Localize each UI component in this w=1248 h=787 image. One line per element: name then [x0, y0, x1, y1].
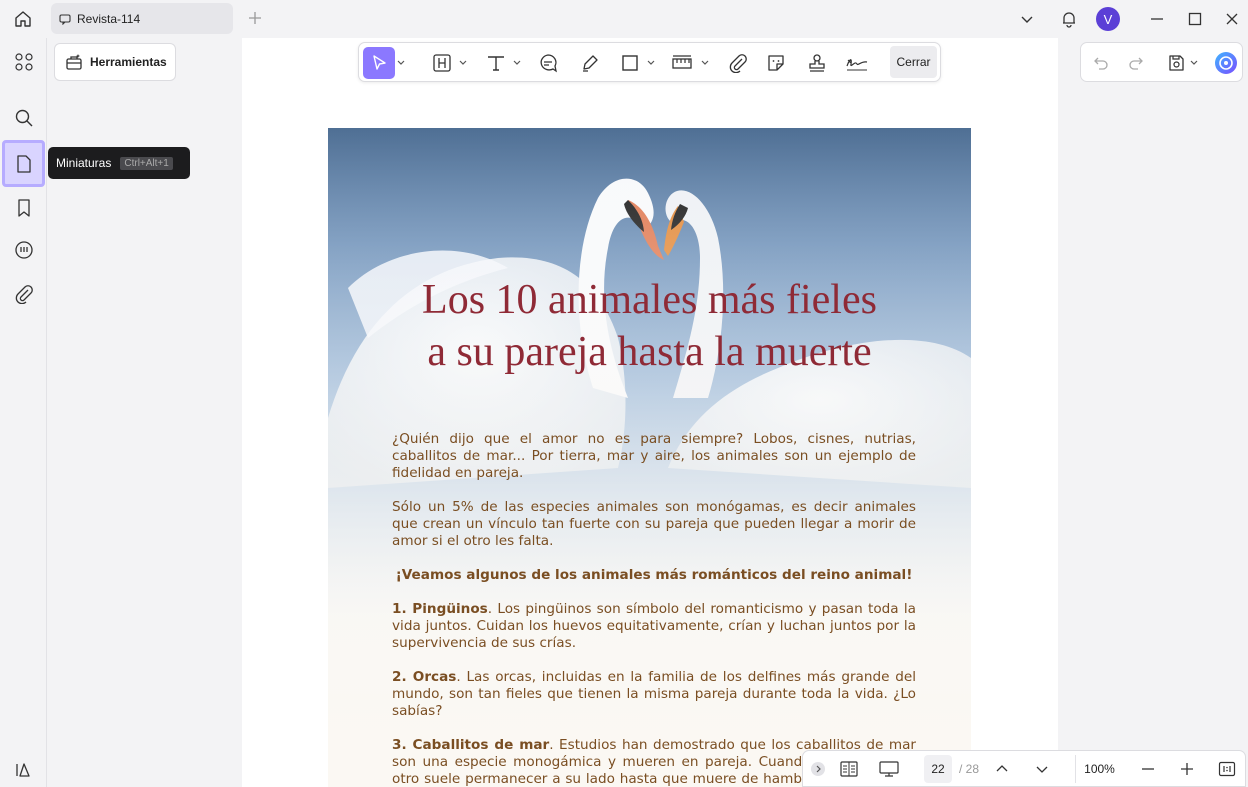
item-text: . Las orcas, incluidas en la familia de … — [392, 669, 917, 719]
close-edit-button[interactable]: Cerrar — [890, 46, 937, 78]
title-line-1: Los 10 animales más fieles — [422, 277, 877, 323]
undo-icon[interactable] — [1090, 47, 1112, 79]
pencil-tool-icon[interactable] — [577, 47, 603, 79]
current-page-input[interactable]: 22 — [924, 755, 952, 783]
signature-tool-icon[interactable] — [843, 47, 871, 79]
home-icon[interactable] — [10, 6, 36, 32]
undo-redo-group — [1080, 42, 1243, 82]
search-icon[interactable] — [4, 98, 44, 138]
item-title: 1. Pingüinos — [392, 601, 488, 617]
new-tab-plus-icon[interactable] — [245, 8, 265, 28]
sticker-tool-icon[interactable] — [763, 47, 789, 79]
toolbox-icon — [66, 54, 82, 70]
navigation-bar: 22 / 28 100% — [802, 750, 1246, 787]
right-margin-area — [1058, 38, 1248, 787]
redo-icon[interactable] — [1125, 47, 1147, 79]
highlight-tool-icon[interactable] — [429, 47, 455, 79]
collapse-icon[interactable] — [809, 755, 827, 783]
text-tool-icon[interactable] — [483, 47, 509, 79]
comment-icon — [59, 13, 71, 25]
close-window-icon[interactable] — [1220, 6, 1244, 32]
tools-button[interactable]: Herramientas — [54, 43, 176, 81]
total-pages: / 28 — [958, 762, 979, 776]
edit-toolbar — [358, 42, 941, 82]
zoom-out-icon[interactable] — [1137, 755, 1159, 783]
document-tab[interactable]: Revista-114 — [51, 3, 233, 34]
tooltip-label: Miniaturas — [56, 156, 112, 170]
item-title: 2. Orcas — [392, 669, 457, 685]
actual-size-icon[interactable] — [1215, 755, 1239, 783]
stamp-tool-icon[interactable] — [804, 47, 830, 79]
item-title: 3. Caballitos de mar — [392, 737, 550, 753]
maximize-icon[interactable] — [1183, 6, 1207, 32]
title-bar: Revista-114 V — [0, 0, 1248, 38]
article-body: ¿Quién dijo que el amor no es para siemp… — [392, 431, 916, 787]
title-line-2: a su pareja hasta la muerte — [427, 329, 872, 375]
chevron-down-icon[interactable] — [458, 47, 468, 79]
paragraph: Sólo un 5% de las especies animales son … — [392, 499, 916, 549]
tab-title: Revista-114 — [77, 11, 141, 26]
left-rail — [0, 38, 47, 787]
chevron-down-icon[interactable] — [512, 47, 522, 79]
tooltip: Miniaturas Ctrl+Alt+1 — [48, 147, 190, 179]
user-avatar[interactable]: V — [1095, 6, 1121, 32]
minimize-icon[interactable] — [1145, 6, 1169, 32]
page-layout-icon[interactable] — [837, 755, 861, 783]
select-tool-icon[interactable] — [363, 47, 395, 79]
save-icon[interactable] — [1165, 47, 1187, 79]
list-item: 1. Pingüinos. Los pingüinos son símbolo … — [392, 601, 916, 652]
zoom-in-icon[interactable] — [1176, 755, 1198, 783]
comment-tool-icon[interactable] — [535, 47, 561, 79]
apps-grid-icon[interactable] — [4, 42, 44, 82]
chevron-down-icon[interactable] — [646, 47, 656, 79]
ai-assistant-icon[interactable] — [1213, 47, 1239, 79]
list-item: 2. Orcas. Las orcas, incluidas en la fam… — [392, 669, 916, 720]
measure-tool-icon[interactable] — [669, 47, 695, 79]
attachment-icon[interactable] — [4, 274, 44, 314]
article-title: Los 10 animales más fieles a su pareja h… — [328, 274, 971, 378]
attach-tool-icon[interactable] — [725, 47, 751, 79]
presentation-icon[interactable] — [876, 755, 902, 783]
section-heading: ¡Veamos algunos de los animales más romá… — [395, 567, 913, 583]
tooltip-shortcut: Ctrl+Alt+1 — [120, 156, 173, 170]
chevron-down-icon[interactable] — [1017, 6, 1037, 32]
chevron-down-icon[interactable] — [1189, 47, 1199, 79]
thumbnails-icon[interactable] — [2, 140, 45, 187]
bell-icon[interactable] — [1058, 6, 1080, 32]
bookmark-icon[interactable] — [4, 188, 44, 228]
paragraph: ¿Quién dijo que el amor no es para siemp… — [392, 431, 916, 481]
pdf-page: Los 10 animales más fieles a su pareja h… — [328, 128, 971, 787]
rectangle-tool-icon[interactable] — [617, 47, 643, 79]
comments-icon[interactable] — [4, 230, 44, 270]
previous-page-icon[interactable] — [991, 755, 1013, 783]
chevron-down-icon[interactable] — [700, 47, 710, 79]
sidebar-toggle-icon[interactable] — [10, 757, 36, 783]
chevron-down-icon[interactable] — [396, 47, 406, 79]
next-page-icon[interactable] — [1031, 755, 1053, 783]
zoom-level[interactable]: 100% — [1075, 755, 1123, 783]
tools-label: Herramientas — [90, 55, 167, 69]
